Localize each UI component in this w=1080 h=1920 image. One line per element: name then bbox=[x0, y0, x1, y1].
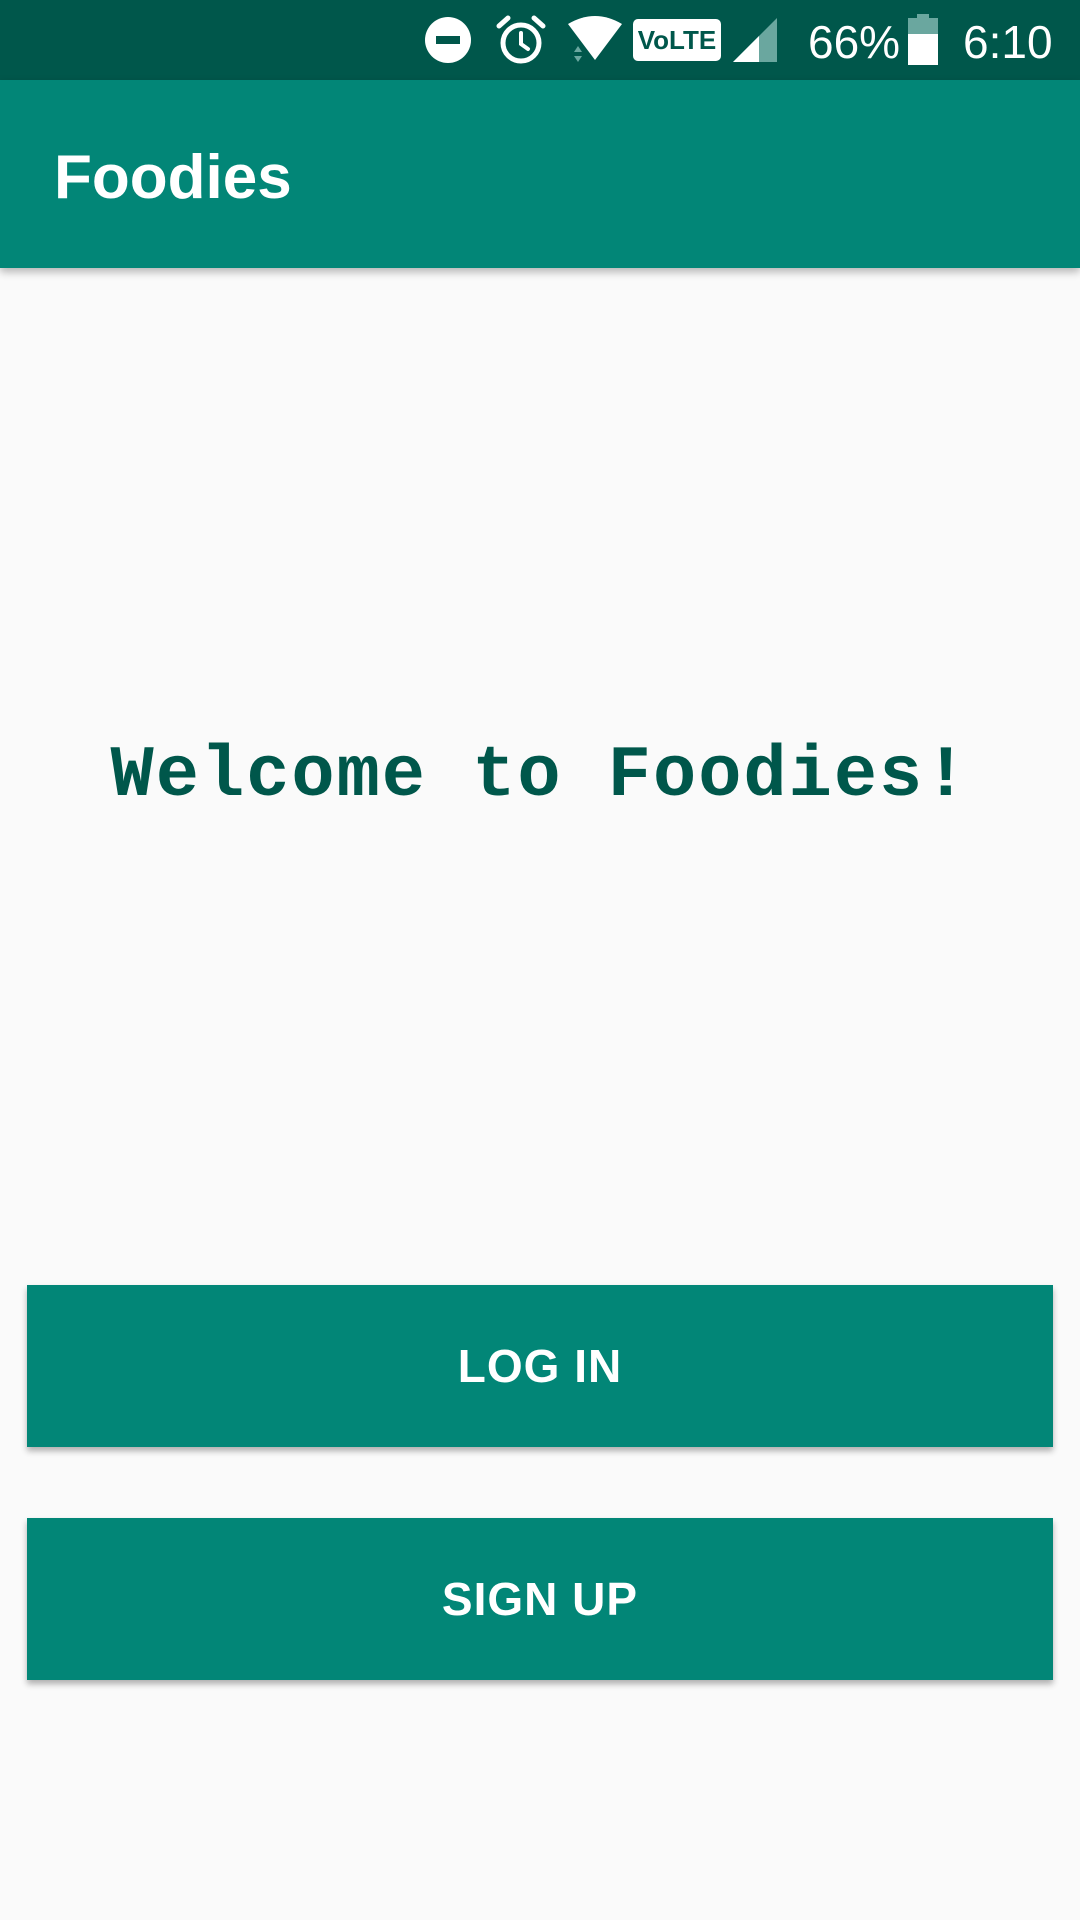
screen: VoLTE 66% 6:10 Foodies Welcome to Foodie… bbox=[0, 0, 1080, 1920]
signal-icon bbox=[730, 0, 780, 80]
battery-icon bbox=[906, 0, 940, 80]
app-bar: Foodies bbox=[0, 80, 1080, 268]
battery-percent-text: 66% bbox=[808, 16, 901, 68]
volte-badge: VoLTE bbox=[633, 19, 721, 61]
app-title: Foodies bbox=[54, 143, 292, 212]
clock-time: 6:10 bbox=[963, 16, 1053, 68]
alarm-icon bbox=[494, 0, 548, 80]
login-button[interactable]: LOG IN bbox=[27, 1285, 1053, 1447]
volte-icon: VoLTE bbox=[632, 0, 722, 80]
welcome-text: Welcome to Foodies! bbox=[110, 735, 970, 817]
signup-button[interactable]: SIGN UP bbox=[27, 1518, 1053, 1680]
do-not-disturb-icon bbox=[422, 0, 474, 80]
status-bar: VoLTE 66% 6:10 bbox=[0, 0, 1080, 80]
wifi-icon bbox=[563, 0, 627, 80]
